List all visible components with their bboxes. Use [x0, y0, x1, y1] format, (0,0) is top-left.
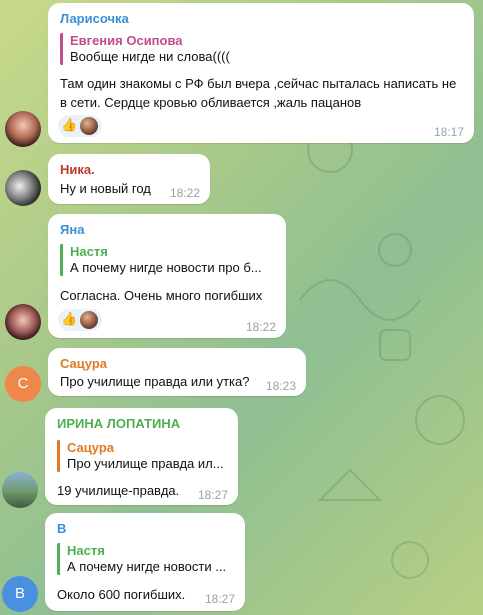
quote-text: Про училище правда ил... — [67, 456, 224, 471]
message-time: 18:22 — [245, 320, 276, 334]
quote-sender: Евгения Осипова — [70, 33, 183, 48]
message-bubble[interactable]: Сацура Про училище правда или утка? 18:2… — [48, 348, 306, 396]
avatar[interactable] — [2, 472, 38, 508]
sender-name[interactable]: Ларисочка — [60, 11, 129, 26]
message-bubble[interactable]: ИРИНА ЛОПАТИНА Сацура Про училище правда… — [45, 408, 238, 505]
sender-name[interactable]: ИРИНА ЛОПАТИНА — [57, 416, 180, 431]
message-bubble[interactable]: Ларисочка Евгения Осипова Вообще нигде н… — [48, 3, 474, 143]
reply-quote[interactable]: Евгения Осипова Вообще нигде ни слова(((… — [60, 33, 470, 65]
thumbs-up-icon: 👍 — [61, 117, 78, 132]
sender-name[interactable]: Сацура — [60, 356, 107, 371]
message-time: 18:22 — [169, 186, 200, 200]
quote-text: А почему нигде новости про б... — [70, 260, 262, 275]
quote-text: А почему нигде новости ... — [67, 559, 227, 574]
avatar[interactable]: В — [2, 576, 38, 612]
avatar[interactable] — [5, 304, 41, 340]
message-text: Согласна. Очень много погибших — [60, 288, 263, 303]
message-text: Ну и новый год — [60, 181, 151, 196]
quote-text: Вообще нигде ни слова(((( — [70, 49, 230, 64]
avatar[interactable]: С — [5, 366, 41, 402]
reply-quote[interactable]: Настя А почему нигде новости про б... — [60, 244, 276, 276]
message-text: 19 училище-правда. — [57, 483, 180, 498]
quote-sender: Сацура — [67, 440, 114, 455]
message-text: Около 600 погибших. — [57, 587, 186, 602]
message-bubble[interactable]: Яна Настя А почему нигде новости про б..… — [48, 214, 286, 338]
reactor-avatar — [80, 311, 98, 329]
reaction-badge[interactable]: 👍 — [58, 115, 102, 137]
message-time: 18:27 — [197, 488, 228, 502]
message-time: 18:27 — [204, 592, 235, 606]
reply-quote[interactable]: Настя А почему нигде новости ... — [57, 543, 233, 575]
reactor-avatar — [80, 117, 98, 135]
message-text: Про училище правда или утка? — [60, 374, 250, 389]
quote-sender: Настя — [70, 244, 108, 259]
message-time: 18:17 — [433, 125, 464, 139]
message-bubble[interactable]: В Настя А почему нигде новости ... Около… — [45, 513, 245, 611]
thumbs-up-icon: 👍 — [61, 311, 78, 326]
avatar[interactable] — [5, 170, 41, 206]
sender-name[interactable]: Яна — [60, 222, 84, 237]
sender-name[interactable]: Ника. — [60, 162, 95, 177]
reply-quote[interactable]: Сацура Про училище правда ил... — [57, 440, 227, 472]
reaction-badge[interactable]: 👍 — [58, 309, 102, 331]
message-bubble[interactable]: Ника. Ну и новый год 18:22 — [48, 154, 210, 204]
message-text: Там один знакомы с РФ был вчера ,сейчас … — [60, 76, 457, 110]
avatar[interactable] — [5, 111, 41, 147]
message-time: 18:23 — [265, 379, 296, 393]
sender-name[interactable]: В — [57, 521, 66, 536]
quote-sender: Настя — [67, 543, 105, 558]
